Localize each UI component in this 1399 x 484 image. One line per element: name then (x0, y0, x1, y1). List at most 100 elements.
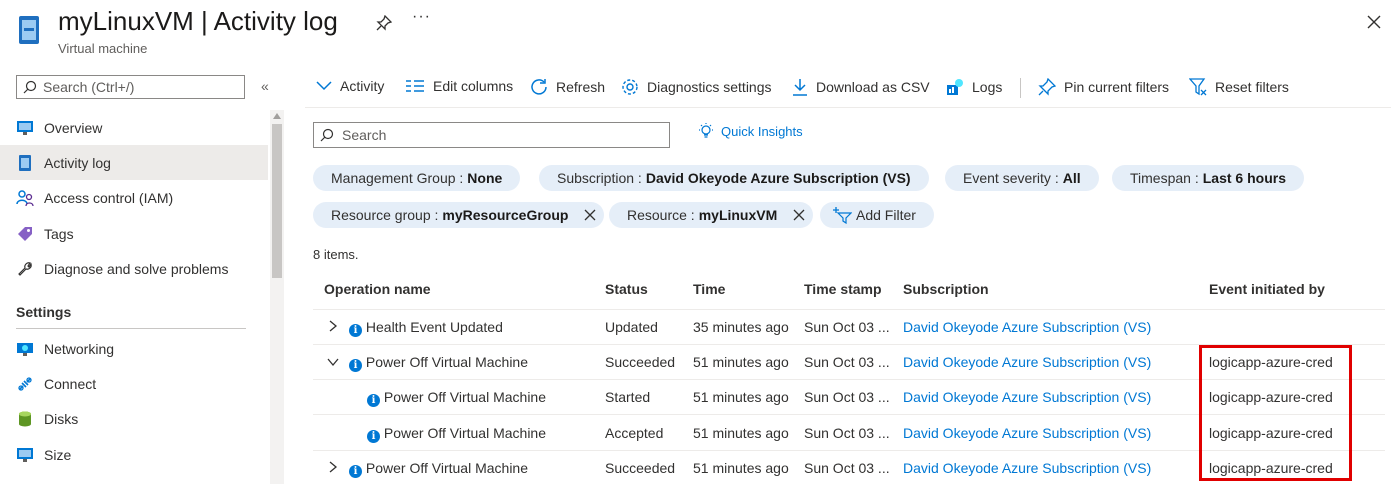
sidebar-item-label: Connect (44, 375, 97, 392)
page-title: myLinuxVM | Activity log (58, 6, 338, 36)
activity-log-icon (16, 154, 34, 172)
activity-button[interactable]: Activity (316, 78, 384, 94)
status-cell: Started (605, 389, 651, 405)
time-cell: 51 minutes ago (693, 460, 789, 476)
pin-icon (1038, 78, 1056, 96)
quick-insights-link[interactable]: Quick Insights (697, 122, 803, 140)
time-cell: 51 minutes ago (693, 425, 789, 441)
sidebar-item-size[interactable]: Size (0, 437, 268, 472)
logs-button[interactable]: Logs (946, 78, 1002, 96)
info-icon: i (349, 324, 362, 337)
sidebar-scrollbar-thumb[interactable] (272, 124, 282, 278)
filter-management-group[interactable]: Management Group : None (313, 165, 521, 191)
search-placeholder: Search (342, 127, 387, 143)
refresh-button[interactable]: Refresh (530, 78, 605, 96)
activity-label: Activity (340, 78, 385, 94)
remove-filter-icon[interactable] (584, 209, 596, 221)
filter-timespan[interactable]: Timespan : Last 6 hours (1112, 165, 1304, 191)
info-icon: i (367, 394, 380, 407)
status-cell: Accepted (605, 425, 664, 441)
filter-value: myLinuxVM (698, 207, 778, 223)
table-row[interactable]: i Power Off Virtual Machine (349, 460, 528, 478)
page-subtitle: Virtual machine (58, 41, 148, 56)
sidebar-item-connect[interactable]: Connect (0, 366, 268, 401)
info-icon: i (367, 430, 380, 443)
subscription-link[interactable]: David Okeyode Azure Subscription (VS) (903, 354, 1151, 370)
edit-columns-button[interactable]: Edit columns (405, 78, 513, 94)
column-header-operation[interactable]: Operation name (324, 281, 431, 297)
reset-filters-label: Reset filters (1215, 79, 1289, 95)
gear-icon (622, 79, 638, 95)
timestamp-cell: Sun Oct 03 ... (804, 425, 890, 441)
sidebar-item-label: Overview (44, 119, 103, 136)
close-icon[interactable] (1366, 14, 1382, 30)
status-cell: Succeeded (605, 460, 676, 476)
chevron-right-icon[interactable] (327, 461, 339, 473)
add-filter-button[interactable]: Add Filter (820, 202, 934, 228)
column-header-subscription[interactable]: Subscription (903, 281, 989, 297)
download-label: Download as CSV (816, 79, 930, 95)
sidebar-item-overview[interactable]: Overview (0, 110, 268, 145)
chevron-down-icon[interactable] (327, 356, 339, 368)
sidebar-item-label: Tags (44, 225, 74, 242)
download-csv-button[interactable]: Download as CSV (792, 78, 930, 96)
collapse-sidebar-icon[interactable]: « (261, 78, 269, 94)
subscription-link[interactable]: David Okeyode Azure Subscription (VS) (903, 319, 1151, 335)
diagnostics-settings-button[interactable]: Diagnostics settings (621, 78, 772, 96)
sidebar-item-label: Size (44, 446, 72, 463)
filter-key: Management Group : (331, 170, 464, 186)
pin-filters-label: Pin current filters (1064, 79, 1170, 95)
filter-value: None (467, 170, 503, 186)
toolbar-divider (1020, 78, 1021, 98)
time-cell: 51 minutes ago (693, 354, 789, 370)
diagnostics-label: Diagnostics settings (647, 79, 772, 95)
search-icon (320, 128, 334, 142)
more-options-icon[interactable]: ··· (412, 8, 431, 26)
filter-resource[interactable]: Resource : myLinuxVM (609, 202, 814, 228)
pin-current-filters-button[interactable]: Pin current filters (1038, 78, 1169, 96)
search-icon (23, 80, 37, 94)
sidebar-item-activity-log[interactable]: Activity log (0, 145, 268, 180)
search-input[interactable]: Search (313, 122, 670, 148)
column-header-timestamp[interactable]: Time stamp (804, 281, 882, 297)
sidebar-item-diagnose[interactable]: Diagnose and solve problems (0, 251, 268, 286)
filter-subscription[interactable]: Subscription : David Okeyode Azure Subscr… (539, 165, 929, 191)
sidebar-item-tags[interactable]: Tags (0, 216, 268, 251)
subscription-link[interactable]: David Okeyode Azure Subscription (VS) (903, 389, 1151, 405)
sidebar-section-settings: Settings (16, 304, 72, 320)
disks-icon (16, 410, 34, 428)
remove-filter-icon[interactable] (793, 209, 805, 221)
sidebar-search-input[interactable]: Search (Ctrl+/) (16, 75, 245, 99)
sidebar-item-networking[interactable]: Networking (0, 331, 268, 366)
scroll-up-icon[interactable] (273, 113, 281, 119)
sidebar-item-label: Disks (44, 410, 79, 427)
download-icon (793, 79, 807, 96)
column-header-initiated-by[interactable]: Event initiated by (1209, 281, 1325, 297)
size-icon (16, 446, 34, 464)
status-cell: Succeeded (605, 354, 676, 370)
filter-resource-group[interactable]: Resource group : myResourceGroup (313, 202, 605, 228)
time-cell: 51 minutes ago (693, 389, 789, 405)
table-row[interactable]: i Power Off Virtual Machine (349, 354, 528, 372)
chevron-right-icon[interactable] (327, 320, 339, 332)
subscription-link[interactable]: David Okeyode Azure Subscription (VS) (903, 460, 1151, 476)
table-row[interactable]: i Health Event Updated (349, 319, 503, 337)
filter-event-severity[interactable]: Event severity : All (945, 165, 1099, 191)
lightbulb-icon (699, 123, 713, 138)
reset-filters-button[interactable]: Reset filters (1189, 78, 1289, 96)
column-header-status[interactable]: Status (605, 281, 648, 297)
filter-key: Timespan : (1130, 170, 1199, 186)
column-header-time[interactable]: Time (693, 281, 725, 297)
pin-icon[interactable] (376, 15, 392, 31)
sidebar-divider (16, 328, 246, 329)
table-row[interactable]: i Power Off Virtual Machine (367, 389, 546, 407)
operation-name: Power Off Virtual Machine (365, 460, 529, 476)
subscription-link[interactable]: David Okeyode Azure Subscription (VS) (903, 425, 1151, 441)
filter-key: Resource group : (331, 207, 439, 223)
timestamp-cell: Sun Oct 03 ... (804, 389, 890, 405)
sidebar-item-access-control[interactable]: Access control (IAM) (0, 180, 268, 215)
monitor-icon (16, 119, 34, 137)
sidebar-item-disks[interactable]: Disks (0, 401, 268, 436)
filter-key: Subscription : (557, 170, 642, 186)
table-row[interactable]: i Power Off Virtual Machine (367, 425, 546, 443)
